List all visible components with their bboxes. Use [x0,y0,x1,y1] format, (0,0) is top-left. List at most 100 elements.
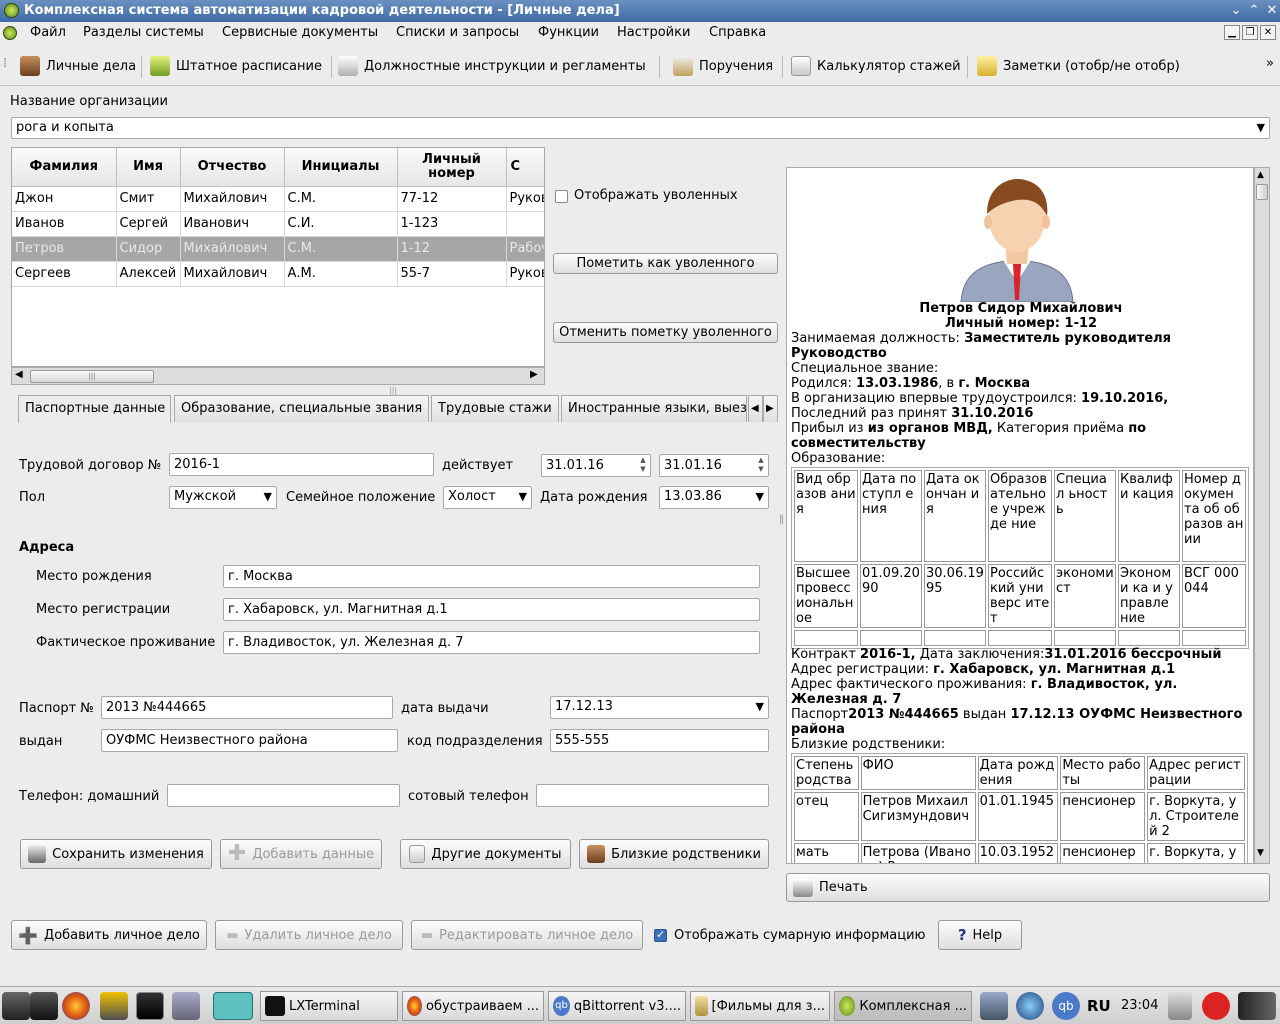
birth-date-select[interactable]: 13.03.86 ▼ [659,486,769,509]
tab-scroll-right-button[interactable]: ▶ [763,395,778,422]
scrollbar-thumb[interactable]: ||| [30,370,154,383]
relatives-button[interactable]: Близкие родственики [579,839,769,869]
toolbar-staff-schedule[interactable]: Штатное расписание [150,54,322,78]
issued-by-input[interactable]: ОУФМС Неизвестного района [101,729,398,752]
scrollbar-thumb[interactable] [1256,184,1268,200]
scroll-right-icon[interactable]: ▶ [530,369,538,380]
assignments-icon [673,56,693,76]
wrench-icon[interactable] [100,992,128,1020]
task-lxterminal[interactable]: LXTerminal [260,991,398,1021]
scroll-up-icon[interactable]: ▲ [1257,170,1264,180]
other-documents-button[interactable]: Другие документы [400,839,571,869]
mdi-minimize-button[interactable]: ▁ [1224,25,1240,40]
qbittorrent-tray-icon[interactable]: qb [1052,992,1080,1020]
scroll-left-icon[interactable]: ◀ [15,369,23,380]
show-summary-checkbox[interactable] [654,928,667,942]
save-changes-button[interactable]: Сохранить изменения [20,839,212,869]
unmark-fired-button[interactable]: Отменить пометку уволенного [553,322,778,343]
lock-icon[interactable] [1168,992,1192,1020]
toolbar-personal-files[interactable]: Личные дела [20,54,136,78]
actual-address-input[interactable]: г. Владивосток, ул. Железная д. 7 [223,631,760,654]
volume-icon[interactable] [1238,992,1276,1020]
column-header-personal-number[interactable]: Личный номер [397,148,507,187]
menu-file[interactable]: Файл [30,25,66,40]
mark-fired-button[interactable]: Пометить как уволенного [553,253,778,274]
tab-education[interactable]: Образование, специальные звания [174,395,429,422]
toolbar-overflow-button[interactable]: » [1266,56,1274,71]
sex-select[interactable]: Мужской ▼ [169,486,277,509]
valid-from-date[interactable]: 31.01.16 ▲ ▼ [541,454,651,477]
mdi-restore-button[interactable]: ❐ [1242,25,1258,40]
desktop-pager-icon[interactable] [213,992,253,1020]
print-button[interactable]: Печать [786,873,1270,902]
toolbar-notes[interactable]: Заметки (отобр/не отобр) [977,54,1180,78]
mdi-close-button[interactable]: ✕ [1260,25,1276,40]
scroll-down-icon[interactable]: ▼ [1257,848,1264,858]
edit-personal-file-button[interactable]: ▬ Редактировать личное дело [411,920,643,950]
power-icon[interactable] [1202,992,1230,1020]
app-menu-icon[interactable] [3,26,17,40]
dept-code-input[interactable]: 555-555 [550,729,769,752]
table-row[interactable]: Джон Смит Михайлович С.М. 77-12 Руков [12,186,544,212]
add-data-button[interactable]: ✚ Добавить данные [220,839,382,869]
toolbar-job-instructions[interactable]: Должностные инструкции и регламенты [338,54,646,78]
task-firefox[interactable]: обустраиваем ... [402,991,544,1021]
add-personal-file-button[interactable]: ➕ Добавить личное дело [11,920,207,950]
folder-icon[interactable] [30,992,58,1020]
windows-icon[interactable] [172,992,200,1020]
maximize-button[interactable]: ⌃ [1244,0,1264,22]
registration-input[interactable]: г. Хабаровск, ул. Магнитная д.1 [223,598,760,621]
toolbar-assignments[interactable]: Поручения [673,54,773,78]
tab-experience[interactable]: Трудовые стажи [431,395,559,422]
column-header-status[interactable]: С [506,148,544,187]
birth-place-input[interactable]: г. Москва [223,565,760,588]
show-fired-checkbox[interactable] [555,190,568,203]
keyboard-layout[interactable]: RU [1087,997,1111,1015]
table-row-selected[interactable]: Петров Сидор Михайлович С.М. 1-12 Рабоч [12,236,544,262]
date-spinner-icon[interactable]: ▲ ▼ [756,456,766,474]
marital-select[interactable]: Холост ▼ [443,486,532,509]
column-header-patronymic[interactable]: Отчество [180,148,285,187]
issue-date-select[interactable]: 17.12.13 ▼ [550,696,769,719]
minimize-button[interactable]: ⌄ [1226,0,1246,22]
home-phone-input[interactable] [167,784,400,807]
globe-icon[interactable] [1016,992,1044,1020]
column-header-firstname[interactable]: Имя [116,148,181,187]
tab-passport[interactable]: Паспортные данные [18,395,171,423]
tab-scroll-left-button[interactable]: ◀ [748,395,763,422]
employees-horizontal-scrollbar[interactable]: ◀ ||| ▶ [11,367,545,385]
valid-to-date[interactable]: 31.01.16 ▲ ▼ [659,454,769,477]
passport-number-input[interactable]: 2013 №444665 [101,696,393,719]
tab-languages[interactable]: Иностранные языки, выезд [561,395,747,422]
toolbar-experience-calc[interactable]: Калькулятор стажей [791,54,961,78]
clock[interactable]: 23:04 [1121,998,1158,1013]
task-file-manager[interactable]: [Фильмы для з... [690,991,830,1021]
help-button[interactable]: ? Help [938,920,1022,950]
menu-lists[interactable]: Списки и запросы [396,25,519,40]
menu-sections[interactable]: Разделы системы [83,25,204,40]
task-hr-system[interactable]: Комплексная ... [834,991,972,1021]
network-icon[interactable] [980,992,1008,1020]
task-qbittorrent[interactable]: qb qBittorrent v3.... [548,991,686,1021]
splitter-handle[interactable]: ||| [389,386,397,395]
table-row[interactable]: Иванов Сергей Иванович С.И. 1-123 [12,211,544,237]
contract-number-input[interactable]: 2016-1 [169,453,434,476]
org-select[interactable]: рога и копыта ▼ [11,117,1270,139]
mobile-phone-input[interactable] [536,784,769,807]
menu-functions[interactable]: Функции [538,25,599,40]
menu-help[interactable]: Справка [709,25,766,40]
column-header-initials[interactable]: Инициалы [284,148,398,187]
menu-service-docs[interactable]: Сервисные документы [222,25,378,40]
close-button[interactable]: ✕ [1262,0,1280,22]
delete-personal-file-button[interactable]: ▬ Удалить личное дело [215,920,403,950]
table-row[interactable]: Сергеев Алексей Михайлович А.М. 55-7 Рук… [12,261,544,287]
summary-vertical-scrollbar[interactable]: ▲ ▼ [1254,167,1270,864]
date-spinner-icon[interactable]: ▲ ▼ [638,456,648,474]
terminal-icon[interactable] [136,992,164,1020]
firefox-icon[interactable] [62,992,90,1020]
menu-settings[interactable]: Настройки [617,25,690,40]
splitter-handle[interactable]: ‖ [779,515,784,525]
toolbar-grip[interactable]: ⁞ [3,56,7,71]
menu-icon[interactable] [2,992,30,1020]
column-header-lastname[interactable]: Фамилия [12,148,117,187]
